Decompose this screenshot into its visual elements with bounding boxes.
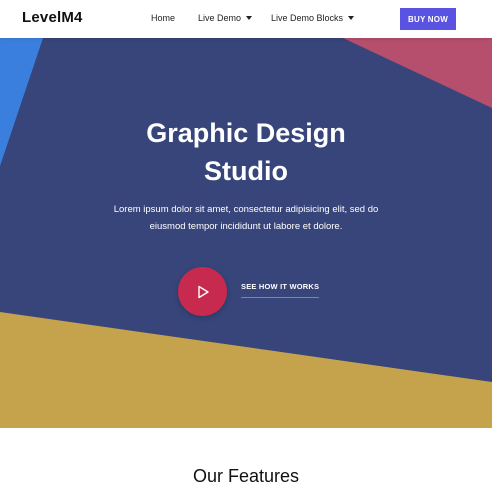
nav-item-live-demo[interactable]: Live Demo bbox=[198, 13, 253, 23]
hero-title-line-2: Studio bbox=[204, 156, 288, 186]
navbar: LevelM4 Home Live Demo Live Demo Blocks … bbox=[0, 0, 492, 38]
hero-section: Graphic Design Studio Lorem ipsum dolor … bbox=[0, 38, 492, 428]
nav-item-label: Live Demo Blocks bbox=[271, 13, 344, 23]
caret-down-icon bbox=[246, 16, 253, 20]
nav-item-label: Home bbox=[151, 13, 176, 23]
caret-down-icon bbox=[348, 16, 355, 20]
buy-now-button[interactable]: BUY NOW bbox=[400, 8, 456, 30]
play-video-button[interactable] bbox=[178, 267, 227, 316]
nav-item-home[interactable]: Home bbox=[151, 13, 175, 23]
nav-item-live-demo-blocks[interactable]: Live Demo Blocks bbox=[271, 13, 355, 23]
nav-item-label: Live Demo bbox=[198, 13, 242, 23]
hero-title: Graphic Design Studio bbox=[0, 114, 492, 190]
hero-title-line-1: Graphic Design bbox=[146, 118, 346, 148]
brand-logo[interactable]: LevelM4 bbox=[22, 9, 83, 26]
play-icon bbox=[197, 285, 209, 298]
see-how-it-works-link[interactable]: SEE HOW IT WORKS bbox=[241, 282, 320, 298]
hero-subtitle: Lorem ipsum dolor sit amet, consectetur … bbox=[113, 204, 379, 232]
page: LevelM4 Home Live Demo Live Demo Blocks … bbox=[0, 0, 492, 492]
features-heading: Our Features bbox=[192, 466, 300, 486]
